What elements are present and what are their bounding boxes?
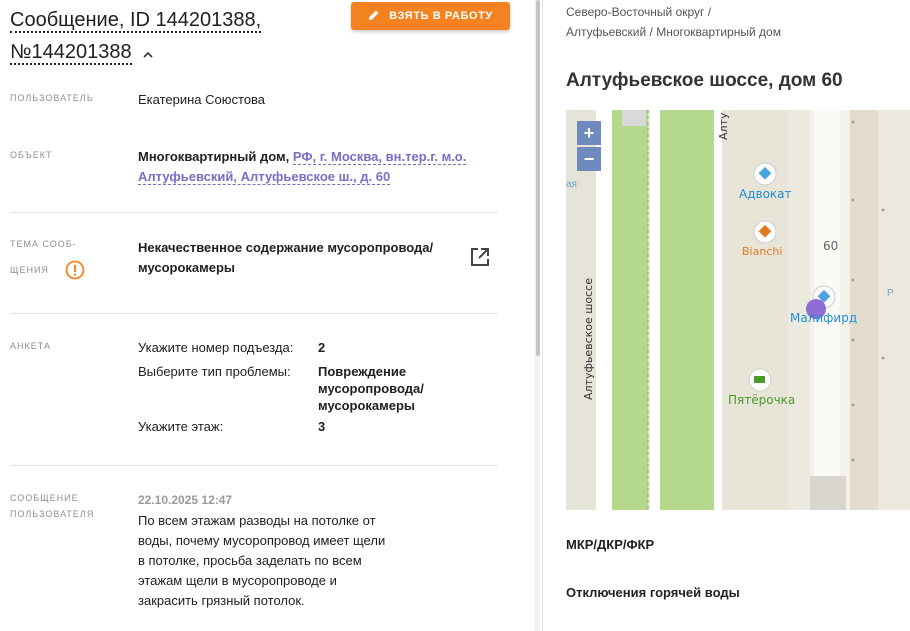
take-to-work-button[interactable]: ВЗЯТЬ В РАБОТУ — [351, 2, 510, 30]
user-value: Екатерина Союстова — [138, 92, 266, 107]
breadcrumb-line1[interactable]: Северо-Восточный округ / — [566, 2, 711, 22]
survey-question: Укажите номер подъезда: — [138, 340, 294, 355]
survey-answer-line: мусорокамеры — [318, 398, 416, 413]
section-hot-water[interactable]: Отключения горячей воды — [566, 585, 740, 600]
map-poi-label[interactable]: Bianchi — [742, 245, 782, 258]
survey-question: Укажите этаж: — [138, 419, 224, 434]
topic-label-2: ЩЕНИЯ — [10, 265, 49, 275]
take-to-work-label: ВЗЯТЬ В РАБОТУ — [389, 10, 493, 22]
message-panel: Сообщение, ID 144201388, №144201388 ВЗЯТ… — [0, 0, 540, 631]
topic-value: Некачественное содержание мусоропровода/… — [138, 238, 468, 278]
topic-line1: Некачественное содержание мусоропровода/ — [138, 240, 434, 255]
message-line: закрасить грязный потолок. — [138, 593, 305, 608]
message-line: По всем этажам разводы на потолке от — [138, 513, 376, 528]
message-label-1: СООБЩЕНИЕ — [10, 493, 79, 503]
object-address-link-2[interactable]: Алтуфьевский, Алтуфьевское ш., д. 60 — [138, 169, 391, 185]
divider — [10, 313, 498, 314]
survey-answer-line: Повреждение — [318, 364, 407, 379]
map-canvas[interactable] — [566, 110, 910, 510]
section-mkr[interactable]: МКР/ДКР/ФКР — [566, 537, 654, 552]
breadcrumb-line2[interactable]: Алтуфьевский / Многоквартирный дом — [566, 22, 781, 42]
map-poi-label[interactable]: Пятёрочка — [728, 393, 795, 407]
map-house-number: 60 — [823, 239, 839, 253]
map-edge-label: ая — [566, 179, 577, 190]
message-line: этажам щели в мусоропроводе и — [138, 573, 337, 588]
topic-line2: мусорокамеры — [138, 260, 236, 275]
zoom-in-button[interactable]: + — [577, 121, 601, 145]
message-label-2: ПОЛЬЗОВАТЕЛЯ — [10, 509, 95, 519]
survey-question: Выберите тип проблемы: — [138, 364, 291, 379]
map[interactable]: + − Алтуфьевское шоссе Алту 60 ая Р Адво… — [566, 110, 910, 510]
object-address-link-1[interactable]: РФ, г. Москва, вн.тер.г. м.о. — [292, 149, 467, 165]
message-line: в потолке, просьба заделать по всем — [138, 553, 362, 568]
warning-icon — [65, 260, 85, 280]
map-street-label: Алтуфьевское шоссе — [582, 278, 595, 400]
object-value: Многоквартирный дом, РФ, г. Москва, вн.т… — [138, 147, 488, 187]
title-line2: №144201388 — [10, 41, 132, 65]
scrollbar-thumb[interactable] — [536, 0, 540, 356]
object-label: ОБЪЕКТ — [10, 150, 53, 160]
user-label: ПОЛЬЗОВАТЕЛЬ — [10, 93, 94, 103]
page-title: Сообщение, ID 144201388, №144201388 — [10, 4, 340, 68]
chevron-up-icon[interactable] — [143, 38, 153, 58]
message-line: воды, почему мусоропровод имеет щели — [138, 533, 386, 548]
message-date: 22.10.2025 12:47 — [138, 493, 233, 507]
map-edge-label-right: Р — [887, 288, 894, 299]
survey-label: АНКЕТА — [10, 341, 51, 351]
map-street-label-top: Алту — [717, 112, 730, 140]
open-external-icon[interactable] — [469, 246, 491, 268]
pencil-icon — [368, 9, 380, 24]
address-title: Алтуфьевское шоссе, дом 60 — [566, 70, 843, 91]
zoom-out-button[interactable]: − — [577, 147, 601, 171]
survey-answer: Повреждение мусоропровода/ мусорокамеры — [318, 363, 458, 414]
map-poi-label[interactable]: Адвокат — [739, 187, 792, 201]
title-line1: Сообщение, ID 144201388, — [10, 9, 262, 33]
message-text: По всем этажам разводы на потолке от вод… — [138, 511, 438, 611]
map-poi-label[interactable]: Малифирд — [790, 311, 857, 325]
topic-label-1: ТЕМА СООБ- — [10, 239, 77, 249]
panel-divider — [542, 0, 543, 631]
survey-answer: 3 — [318, 419, 326, 434]
divider — [10, 212, 498, 213]
divider — [10, 465, 498, 466]
survey-answer-line: мусоропровода/ — [318, 381, 424, 396]
survey-answer: 2 — [318, 340, 326, 355]
object-type: Многоквартирный дом, — [138, 149, 290, 164]
